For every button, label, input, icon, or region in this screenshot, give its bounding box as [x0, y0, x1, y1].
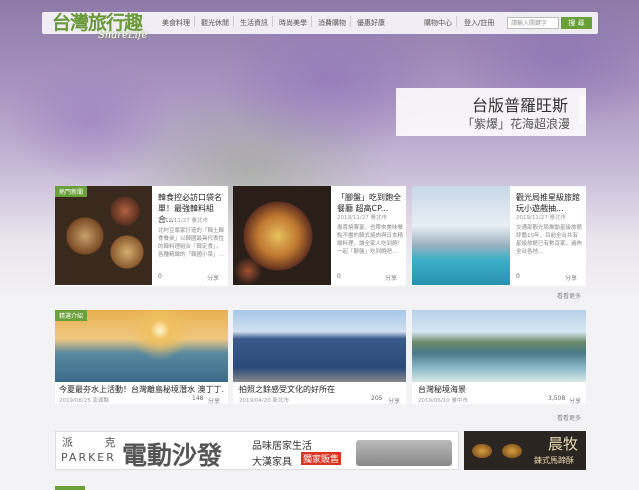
feature-card-image[interactable] — [412, 310, 586, 382]
nav-fashion[interactable]: 時尚美學 — [279, 18, 307, 28]
ad-pastry-sub: 鍊式馬蹄酥 — [534, 456, 574, 465]
hero-subtitle: 「紫爆」花海超浪漫 — [461, 117, 570, 131]
nav-login[interactable]: 登入/註冊 — [464, 18, 494, 28]
share-link[interactable]: 分享 — [208, 396, 220, 405]
ad-brand-zh: 派 克 — [62, 436, 130, 449]
more-link[interactable]: 看看更多 — [557, 291, 581, 300]
nav-tourism[interactable]: 觀光休閒 — [201, 18, 229, 28]
news-card-image[interactable]: 熱門新聞 — [55, 186, 152, 285]
ad-headline: 電動沙發 — [122, 441, 223, 470]
news-card-title[interactable]: 觀光局推星級旅館 玩小遊戲抽... — [516, 192, 582, 214]
comment-count: 148 — [192, 395, 204, 402]
more-link[interactable]: 看看更多 — [557, 413, 581, 422]
ad-badge: 獨家販售 — [301, 452, 342, 465]
hero-caption[interactable]: 台版普羅旺斯 「紫爆」花海超浪漫 — [396, 88, 586, 136]
share-link[interactable]: 分享 — [565, 273, 577, 282]
nav-divider — [233, 16, 234, 27]
news-card-2[interactable]: 「腳盤」吃到飽全餐廳 超高CP... 2019/11/27 臺北市 壽喜燒饗宴，… — [233, 186, 406, 286]
share-link[interactable]: 分享 — [569, 396, 581, 405]
share-link[interactable]: 分享 — [388, 396, 400, 405]
feature-card-meta: 2019/06/10 臺中市 — [418, 398, 468, 404]
nav-deals[interactable]: 優惠好康 — [357, 18, 385, 28]
news-card-desc: 北村豆腐家打造的「韓土韓食餐桌」以韓國最具代表性的韓料理組合「韓定食」，各種精緻… — [158, 228, 224, 258]
nav-divider — [456, 16, 457, 27]
feature-card-3[interactable]: 台灣秘境海景 2019/06/10 臺中市 3,508 分享 — [412, 310, 586, 405]
news-card-desc: 壽喜燒饗宴，也帶來美味餐點不盡的韓式燒肉與日本精緻料理，讓全家人吃到飽！一起「腳… — [337, 225, 403, 255]
search-button[interactable]: 搜 尋 — [561, 17, 592, 29]
search-input[interactable]: 請輸入關鍵字 — [507, 17, 559, 29]
news-card-desc: 交通部觀光局推動星級旅館評鑑10年，目前全台共有星級旅館已有數百家，遍佈全台各地… — [516, 225, 582, 255]
pastry-image — [468, 437, 530, 465]
feature-card-title[interactable]: 拍照之餘感受文化的好所在 — [239, 384, 399, 395]
site-logo[interactable]: 台灣旅行趣 ShareLife — [52, 6, 152, 44]
feature-card-meta: 2019/08/25 澎湖縣 — [59, 398, 109, 404]
news-card-3[interactable]: 觀光局推星級旅館 玩小遊戲抽... 2019/11/27 臺北市 交通部觀光局推… — [412, 186, 586, 286]
slider-next-arrow[interactable] — [579, 96, 585, 124]
feature-card-1[interactable]: 精選介紹 今夏最夯水上活動！台灣離島秘境潛水 澳丁丁... 2019/08/25… — [55, 310, 228, 405]
nav-shopping[interactable]: 消費購物 — [318, 18, 346, 28]
featured-tag: 精選介紹 — [55, 310, 88, 321]
comment-count: 0 — [516, 273, 520, 280]
feature-card-image[interactable] — [233, 310, 406, 382]
pastry-ad-banner[interactable]: 晨牧 鍊式馬蹄酥 — [464, 431, 586, 470]
ad-line1: 品味居家生活 — [252, 441, 312, 452]
news-card-meta: 2019/11/27 臺北市 — [158, 218, 208, 224]
nav-shop-center[interactable]: 購物中心 — [424, 18, 452, 28]
comment-count: 3,508 — [548, 395, 566, 402]
sofa-ad-banner[interactable]: 派 克 PARKER 電動沙發 品味居家生活 大漢家具 獨家販售 — [55, 431, 459, 470]
nav-food[interactable]: 美食料理 — [162, 18, 190, 28]
share-link[interactable]: 分享 — [385, 273, 397, 282]
news-card-title[interactable]: 「腳盤」吃到飽全餐廳 超高CP... — [337, 192, 403, 214]
news-card-image[interactable] — [412, 186, 510, 285]
logo-english: ShareLife — [98, 30, 148, 41]
news-card-image[interactable] — [233, 186, 331, 285]
sofa-image — [356, 440, 452, 466]
feature-card-title[interactable]: 今夏最夯水上活動！台灣離島秘境潛水 澳丁丁... — [59, 384, 225, 395]
feature-card-2[interactable]: 拍照之餘感受文化的好所在 2019/04/20 新北市 205 分享 — [233, 310, 406, 405]
hero-title: 台版普羅旺斯 — [471, 96, 568, 115]
news-card-1[interactable]: 熱門新聞 韓食控必訪口袋名單！最強韓料組合... 2019/11/27 臺北市 … — [55, 186, 228, 286]
hot-news-tag: 熱門新聞 — [55, 186, 88, 197]
nav-life[interactable]: 生活資訊 — [240, 18, 268, 28]
feature-card-image[interactable]: 精選介紹 — [55, 310, 228, 382]
news-card-meta: 2019/11/27 臺北市 — [516, 215, 566, 221]
share-link[interactable]: 分享 — [207, 273, 219, 282]
feature-card-meta: 2019/04/20 新北市 — [239, 398, 289, 404]
comment-count: 205 — [371, 395, 383, 402]
comment-count: 0 — [158, 273, 162, 280]
nav-divider — [194, 16, 195, 27]
nav-divider — [272, 16, 273, 27]
section-tag-bottom — [55, 486, 85, 490]
nav-divider — [311, 16, 312, 27]
feature-card-title[interactable]: 台灣秘境海景 — [418, 384, 578, 395]
ad-pastry-title: 晨牧 — [548, 435, 579, 453]
news-card-meta: 2019/11/27 臺北市 — [337, 215, 387, 221]
comment-count: 0 — [337, 273, 341, 280]
ad-line2: 大漢家具 — [252, 457, 292, 468]
ad-brand-en: PARKER — [61, 451, 116, 464]
nav-divider — [350, 16, 351, 27]
